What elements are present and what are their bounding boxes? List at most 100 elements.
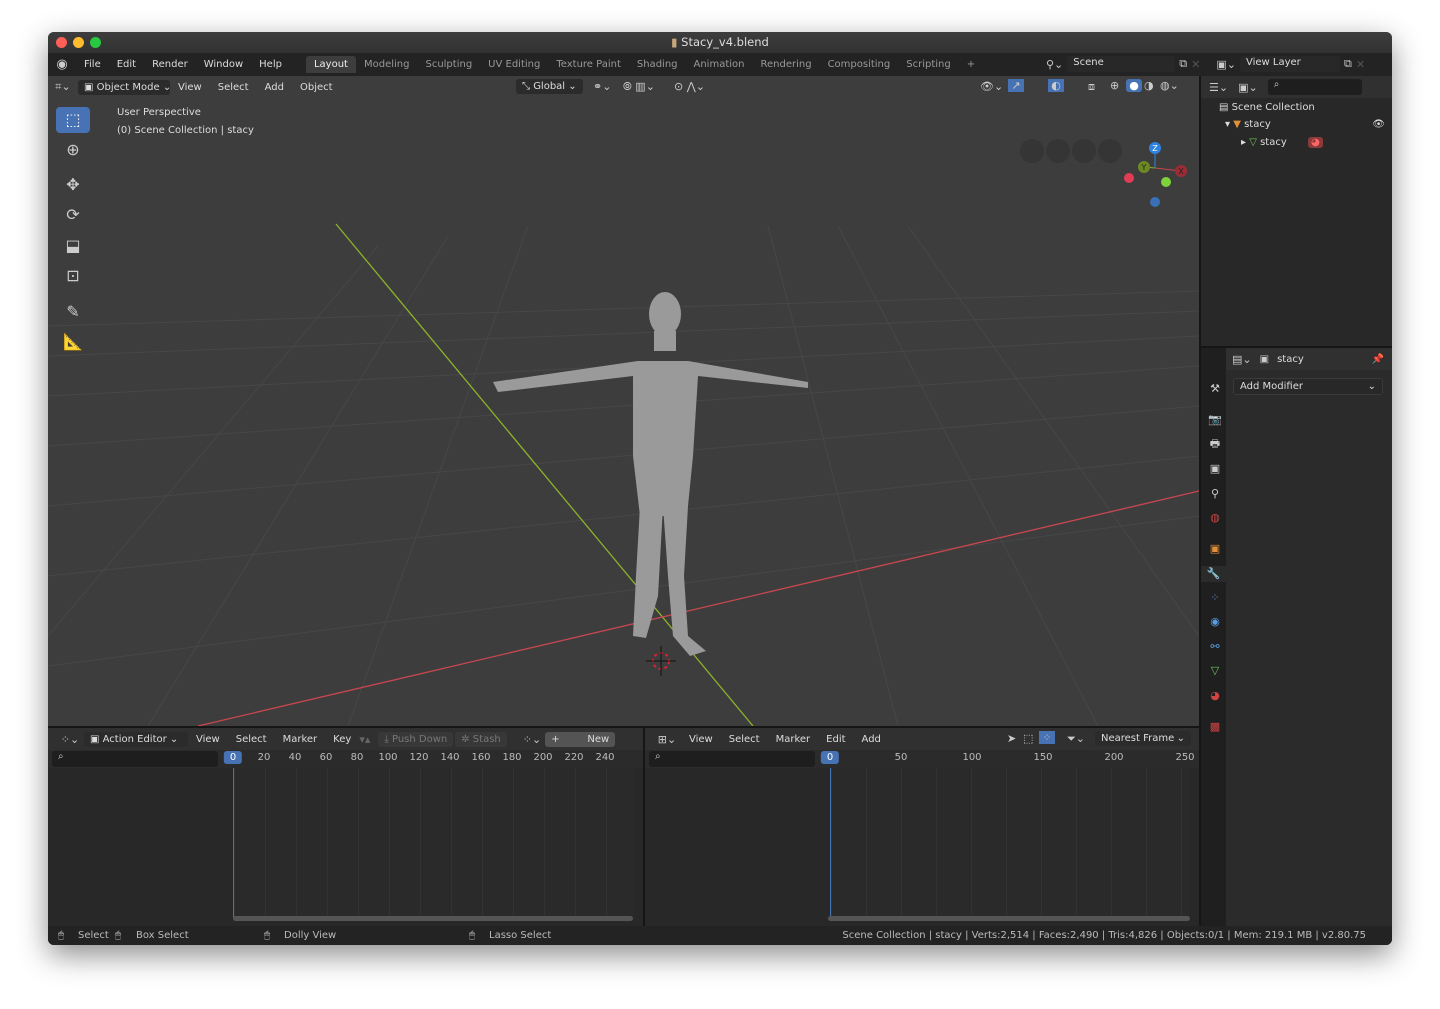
scene-icon[interactable]: ⚲⌄ — [1046, 58, 1063, 71]
scale-tool[interactable]: ⬓ — [56, 233, 90, 259]
action-keyframe-area[interactable] — [234, 768, 634, 918]
filter-icon[interactable]: ⏷⌄ — [1067, 732, 1085, 746]
new-action-button[interactable]: + New — [545, 732, 615, 747]
view-layer-icon[interactable]: ▣⌄ — [1216, 58, 1236, 71]
wireframe-shading-icon[interactable]: ⊕ — [1110, 79, 1119, 92]
timeline-menu-marker[interactable]: Marker — [768, 734, 819, 745]
transform-tool[interactable]: ⊡ — [56, 263, 90, 289]
new-scene-icon[interactable]: ⧉ — [1179, 57, 1187, 71]
snap-mode-dropdown[interactable]: Nearest Frame⌄ — [1095, 731, 1191, 746]
editor-type-icon[interactable]: ▤⌄ — [1232, 353, 1252, 366]
blender-logo-icon[interactable]: ◉ — [48, 57, 76, 72]
tab-modeling[interactable]: Modeling — [356, 56, 418, 73]
timeline-frame-ruler[interactable]: ⌕ 0 50100150200250 — [645, 750, 1199, 768]
tab-compositing[interactable]: Compositing — [820, 56, 899, 73]
tab-scripting[interactable]: Scripting — [898, 56, 958, 73]
delete-view-layer-icon[interactable]: ✕ — [1356, 58, 1365, 71]
material-shading-icon[interactable]: ◑ — [1144, 79, 1154, 92]
render-tab-icon[interactable]: 📷 — [1207, 412, 1223, 428]
output-tab-icon[interactable]: 🖶 — [1207, 436, 1223, 452]
outliner-item-stacy-object[interactable]: ▾ ▼ stacy👁 — [1225, 119, 1385, 130]
tab-animation[interactable]: Animation — [686, 56, 753, 73]
particles-tab-icon[interactable]: ⁘ — [1207, 590, 1223, 606]
xray-icon[interactable]: ⧈ — [1088, 80, 1095, 94]
select-box-tool[interactable]: ⬚ — [56, 107, 90, 133]
physics-tab-icon[interactable]: ◉ — [1207, 614, 1223, 630]
tab-rendering[interactable]: Rendering — [752, 56, 819, 73]
current-frame-indicator[interactable]: 0 — [224, 751, 242, 764]
timeline-menu-view[interactable]: View — [681, 734, 721, 745]
eye-icon[interactable]: 👁 — [1372, 119, 1385, 130]
action-frame-ruler[interactable]: ⌕ 0 20406080100120140160180200220240 — [48, 750, 643, 768]
timeline-menu-select[interactable]: Select — [721, 734, 768, 745]
tab-sculpting[interactable]: Sculpting — [417, 56, 480, 73]
layer-arrows-icon[interactable]: ▾▴ — [359, 733, 370, 746]
texture-tab-icon[interactable]: ▩ — [1207, 719, 1223, 735]
cursor-tool[interactable]: ⊕ — [56, 137, 90, 163]
action-menu-view[interactable]: View — [188, 734, 228, 745]
measure-tool[interactable]: 📐 — [56, 329, 90, 355]
world-tab-icon[interactable]: ◍ — [1207, 510, 1223, 526]
expand-icon[interactable]: ▸ — [1241, 137, 1249, 148]
overlay-toggle-icon[interactable]: ◐ — [1048, 79, 1064, 92]
rotate-tool[interactable]: ⟳ — [56, 202, 90, 228]
data-tab-icon[interactable]: ▽ — [1207, 663, 1223, 679]
select-mode-icon[interactable]: ➤ — [1007, 732, 1016, 745]
object-tab-icon[interactable]: ▣ — [1207, 541, 1223, 557]
menu-help[interactable]: Help — [251, 59, 290, 70]
tab-texture-paint[interactable]: Texture Paint — [548, 56, 629, 73]
transform-orientation-dropdown[interactable]: ⤡ Global ⌄ — [516, 79, 583, 94]
action-menu-marker[interactable]: Marker — [275, 734, 326, 745]
gizmo-toggle-icon[interactable]: ↗ — [1008, 79, 1024, 92]
outliner-item-stacy-mesh[interactable]: ▸ ▽ stacy ◕ — [1241, 137, 1323, 148]
horizontal-scrollbar[interactable] — [233, 916, 633, 921]
outliner-scene-collection[interactable]: ▤ Scene Collection — [1219, 102, 1315, 113]
move-tool[interactable]: ✥ — [56, 172, 90, 198]
channel-search-input[interactable]: ⌕ — [52, 751, 218, 767]
action-menu-key[interactable]: Key — [325, 734, 359, 745]
editor-type-icon[interactable]: ⊞⌄ — [653, 733, 681, 746]
timeline-search-input[interactable]: ⌕ — [649, 751, 815, 767]
viewport-menu-object[interactable]: Object — [292, 82, 341, 93]
expand-icon[interactable]: ▾ — [1225, 119, 1233, 130]
annotate-tool[interactable]: ✎ — [56, 299, 90, 325]
add-workspace-button[interactable]: + — [959, 56, 983, 73]
modifier-tab-icon[interactable]: 🔧 — [1201, 566, 1226, 582]
action-menu-select[interactable]: Select — [228, 734, 275, 745]
menu-edit[interactable]: Edit — [109, 59, 144, 70]
snap-icon[interactable]: ⦾ ▥⌄ — [623, 80, 655, 94]
scene-name-field[interactable]: Scene — [1067, 56, 1175, 72]
current-frame-indicator[interactable]: 0 — [821, 751, 839, 764]
filter-icon[interactable]: ▣⌄ — [1238, 81, 1258, 94]
viewport-menu-select[interactable]: Select — [210, 82, 257, 93]
menu-file[interactable]: File — [76, 59, 109, 70]
close-window-button[interactable] — [56, 37, 67, 48]
tool-tab-icon[interactable]: ⚒ — [1207, 381, 1223, 397]
tab-layout[interactable]: Layout — [306, 56, 356, 73]
new-view-layer-icon[interactable]: ⧉ — [1344, 57, 1352, 71]
visibility-icon[interactable]: 👁⌄ — [980, 80, 1003, 93]
editor-type-icon[interactable]: ⁘⌄ — [56, 733, 84, 746]
timeline-menu-add[interactable]: Add — [854, 734, 889, 745]
menu-render[interactable]: Render — [144, 59, 196, 70]
delete-scene-icon[interactable]: ✕ — [1191, 58, 1200, 71]
add-modifier-dropdown[interactable]: Add Modifier⌄ — [1233, 378, 1383, 395]
action-editor-mode-dropdown[interactable]: ▣ Action Editor ⌄ — [84, 732, 188, 747]
rendered-shading-icon[interactable]: ◍⌄ — [1160, 79, 1179, 92]
timeline-menu-edit[interactable]: Edit — [818, 734, 853, 745]
horizontal-scrollbar[interactable] — [828, 916, 1190, 921]
viewport-menu-add[interactable]: Add — [257, 82, 292, 93]
solid-shading-icon[interactable]: ● — [1126, 79, 1142, 92]
material-tab-icon[interactable]: ◕ — [1207, 688, 1223, 704]
keyframe-select-icon[interactable]: ⁘ — [1039, 731, 1055, 744]
stash-button[interactable]: ✲ Stash — [455, 732, 507, 747]
outliner-search-input[interactable]: ⌕ — [1268, 79, 1362, 95]
pivot-icon[interactable]: ⚭⌄ — [593, 80, 611, 93]
3d-viewport[interactable]: Z Y X ⌗⌄ ▣ Object Mode ⌄ View Select Add… — [48, 76, 1199, 726]
tab-shading[interactable]: Shading — [629, 56, 686, 73]
constraints-tab-icon[interactable]: ⚯ — [1207, 639, 1223, 655]
timeline-area[interactable] — [831, 768, 1189, 918]
view-layer-tab-icon[interactable]: ▣ — [1207, 461, 1223, 477]
action-browse-icon[interactable]: ⁘⌄ — [523, 733, 541, 746]
display-mode-icon[interactable]: ☰⌄ — [1209, 81, 1228, 94]
